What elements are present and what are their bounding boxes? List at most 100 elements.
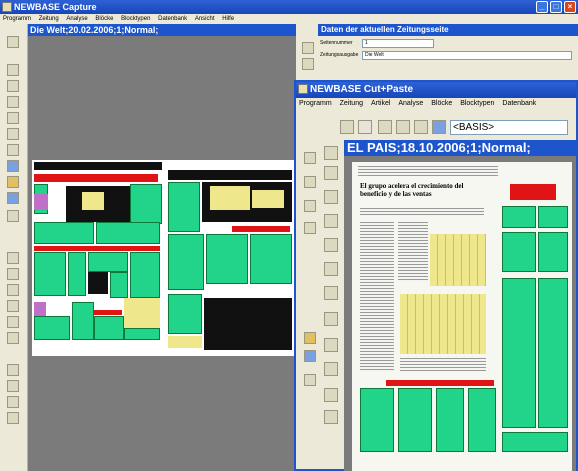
- image-block[interactable]: [124, 298, 160, 328]
- copy-icon[interactable]: [340, 120, 354, 134]
- menu-analyse[interactable]: Analyse: [395, 100, 426, 107]
- list-tool-icon[interactable]: [324, 338, 338, 352]
- article-block[interactable]: [34, 252, 66, 296]
- block-add-icon[interactable]: [324, 214, 338, 228]
- polygon-tool-icon[interactable]: [324, 286, 338, 300]
- split-tool-icon[interactable]: [7, 192, 19, 204]
- article-block[interactable]: [130, 184, 162, 224]
- maximize-button[interactable]: □: [550, 1, 562, 13]
- menu-ansicht[interactable]: Ansicht: [192, 16, 218, 22]
- image-block[interactable]: [252, 190, 284, 208]
- article-block[interactable]: [538, 278, 568, 428]
- article-block[interactable]: [502, 278, 536, 428]
- rectangle-tool-icon[interactable]: [304, 176, 316, 188]
- advertisement-block[interactable]: [204, 298, 292, 350]
- redo-icon[interactable]: [324, 410, 338, 424]
- article-block[interactable]: [168, 182, 200, 232]
- headline-block[interactable]: [34, 246, 160, 251]
- minimize-button[interactable]: _: [536, 1, 548, 13]
- article-block[interactable]: [124, 328, 160, 340]
- rectangle-tool-icon[interactable]: [7, 64, 19, 76]
- headline-block[interactable]: [94, 310, 122, 315]
- article-block[interactable]: [168, 234, 204, 290]
- menu-blocktypen[interactable]: Blocktypen: [118, 16, 153, 22]
- table-image-block[interactable]: [400, 294, 486, 354]
- article-block[interactable]: [34, 222, 94, 244]
- article-block[interactable]: [360, 388, 394, 452]
- block-move-icon[interactable]: [7, 284, 19, 296]
- list-tool-icon[interactable]: [7, 380, 19, 392]
- magnify-tool-icon[interactable]: [7, 144, 19, 156]
- menu-analyse[interactable]: Analyse: [63, 16, 90, 22]
- article-block[interactable]: [468, 388, 496, 452]
- arrow-right-icon[interactable]: [414, 120, 428, 134]
- masthead-block[interactable]: [168, 170, 292, 180]
- article-block[interactable]: [502, 232, 536, 272]
- cut-tool-icon[interactable]: [7, 210, 19, 222]
- article-block[interactable]: [88, 252, 128, 272]
- article-block[interactable]: [130, 252, 160, 298]
- text-tool-icon[interactable]: [7, 364, 19, 376]
- edition-field[interactable]: Die Welt: [362, 51, 572, 60]
- color-tool-icon[interactable]: [7, 176, 19, 188]
- text-tool-icon[interactable]: [304, 374, 316, 386]
- polygon-tool-icon[interactable]: [7, 316, 19, 328]
- image-block[interactable]: [210, 186, 250, 210]
- headline-block[interactable]: [510, 184, 556, 200]
- article-block[interactable]: [96, 222, 160, 244]
- line-tool-icon[interactable]: [324, 312, 338, 326]
- color-tool-icon[interactable]: [304, 332, 316, 344]
- article-block[interactable]: [538, 232, 568, 272]
- block-add-icon[interactable]: [7, 268, 19, 280]
- lasso-tool-icon[interactable]: [324, 262, 338, 276]
- article-headline[interactable]: El grupo acelera el crecimiento del bene…: [360, 182, 484, 204]
- line-tool-icon[interactable]: [7, 332, 19, 344]
- copy-tool-icon[interactable]: [7, 96, 19, 108]
- article-block[interactable]: [34, 316, 70, 340]
- article-block[interactable]: [502, 206, 536, 228]
- image-block[interactable]: [88, 272, 108, 294]
- columns-icon[interactable]: [324, 190, 338, 204]
- menu-bloecke[interactable]: Blöcke: [92, 16, 116, 22]
- copy-tool-icon[interactable]: [304, 222, 316, 234]
- menu-hilfe[interactable]: Hilfe: [219, 16, 237, 22]
- masthead-block[interactable]: [34, 162, 162, 170]
- article-block[interactable]: [436, 388, 464, 452]
- photo-block[interactable]: [34, 302, 46, 316]
- basis-select[interactable]: <BASIS>: [450, 120, 568, 135]
- image-block[interactable]: [168, 336, 202, 348]
- article-block[interactable]: [72, 302, 94, 340]
- page-number-field[interactable]: 1: [362, 39, 434, 48]
- undo-icon[interactable]: [324, 388, 338, 402]
- menu-artikel[interactable]: Artikel: [368, 100, 393, 107]
- blocks-icon[interactable]: [432, 120, 446, 134]
- person-icon[interactable]: [378, 120, 392, 134]
- newspaper-page-preview[interactable]: [32, 160, 296, 356]
- checkmark-icon[interactable]: [302, 42, 314, 54]
- el-pais-page-preview[interactable]: El grupo acelera el crecimiento del bene…: [352, 162, 572, 471]
- block-split-icon[interactable]: [324, 238, 338, 252]
- close-button[interactable]: ×: [564, 1, 576, 13]
- pointer-tool-icon[interactable]: [7, 36, 19, 48]
- delete-icon[interactable]: [358, 120, 372, 134]
- close-panel-icon[interactable]: [302, 58, 314, 70]
- undo-icon[interactable]: [7, 396, 19, 408]
- headline-block[interactable]: [34, 174, 158, 182]
- article-block[interactable]: [110, 272, 128, 298]
- menu-datenbank[interactable]: Datenbank: [499, 100, 539, 107]
- cut-tool-icon[interactable]: [324, 146, 338, 160]
- headline-block[interactable]: [232, 226, 290, 232]
- zoom-tool-icon[interactable]: [7, 160, 19, 172]
- article-block[interactable]: [94, 316, 124, 340]
- fill-tool-icon[interactable]: [304, 200, 316, 212]
- lasso-tool-icon[interactable]: [7, 300, 19, 312]
- image-block[interactable]: [82, 192, 104, 210]
- grid-tool-icon[interactable]: [7, 252, 19, 264]
- menu-programm[interactable]: Programm: [0, 16, 34, 22]
- photo-block[interactable]: [34, 194, 48, 210]
- merge-tool-icon[interactable]: [7, 128, 19, 140]
- article-block[interactable]: [206, 234, 248, 284]
- redo-icon[interactable]: [7, 412, 19, 424]
- article-block[interactable]: [168, 294, 202, 334]
- headline-block[interactable]: [386, 380, 494, 386]
